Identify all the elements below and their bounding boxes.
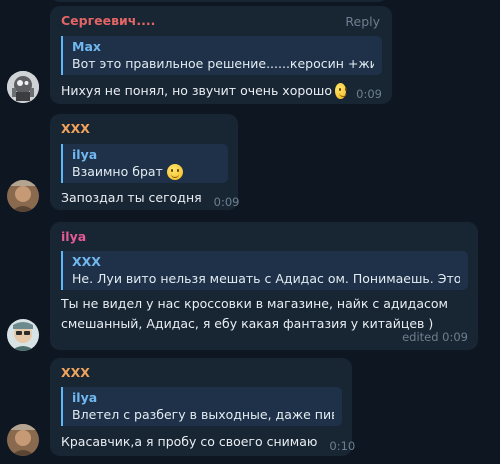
quote-text: Вот это правильное решение......керосин … — [72, 56, 374, 71]
message-text-line-1: Ты не видел у нас кроссовки в магазине, … — [61, 296, 448, 311]
quote-text: Влетел с разбегу в выходные, даже пивка.… — [72, 407, 334, 422]
message-time: 0:09 — [213, 195, 240, 209]
message-bubble[interactable]: XXX ilya Взаимно брат Запоздал ты сегодн… — [50, 114, 240, 210]
quote-author: XXX — [72, 254, 101, 269]
message-time: edited 0:09 — [402, 330, 468, 344]
user-photo-avatar-icon — [7, 319, 39, 351]
avatar[interactable] — [7, 424, 39, 456]
message-bubble[interactable]: Сергеевич.... Reply Max Вот это правильн… — [50, 6, 392, 104]
avatar[interactable] — [7, 319, 39, 351]
previous-message-bubble-edge — [50, 0, 388, 2]
grinning-face-icon — [335, 83, 348, 99]
smiling-face-icon — [166, 163, 183, 180]
reply-quote[interactable]: ilya Влетел с разбегу в выходные, даже п… — [61, 387, 342, 426]
reply-quote[interactable]: XXX Не. Луи вито нельзя мешать с Адидас … — [61, 251, 468, 290]
reply-quote[interactable]: ilya Взаимно брат — [61, 144, 228, 183]
user-photo-avatar-icon — [7, 424, 39, 456]
reply-quote[interactable]: Max Вот это правильное решение......керо… — [61, 36, 382, 75]
reply-button[interactable]: Reply — [345, 14, 380, 29]
message-text: Запоздал ты сегодня — [61, 190, 202, 205]
message-text: Красавчик,а я пробу со своего снимаю — [61, 434, 318, 449]
avatar[interactable] — [7, 180, 39, 212]
message-bubble[interactable]: ilya XXX Не. Луи вито нельзя мешать с Ад… — [50, 222, 478, 350]
quote-text: Взаимно брат — [72, 164, 163, 179]
message-time: 0:09 — [356, 87, 382, 101]
quote-author: Max — [72, 39, 101, 54]
sender-name[interactable]: Сергеевич.... — [61, 13, 382, 31]
quote-text: Не. Луи вито нельзя мешать с Адидас ом. … — [72, 271, 460, 286]
message-time: 0:10 — [329, 439, 356, 453]
user-photo-avatar-icon — [7, 180, 39, 212]
quote-author: ilya — [72, 147, 98, 162]
sender-name[interactable]: XXX — [61, 121, 228, 139]
quote-author: ilya — [72, 390, 98, 405]
sender-name[interactable]: ilya — [61, 229, 468, 247]
robot-avatar-icon — [7, 71, 39, 103]
avatar[interactable] — [7, 71, 39, 103]
message-bubble[interactable]: XXX ilya Влетел с разбегу в выходные, да… — [50, 358, 356, 456]
sender-name[interactable]: XXX — [61, 365, 342, 383]
message-text: Нихуя не понял, но звучит очень хорошо — [61, 83, 333, 98]
